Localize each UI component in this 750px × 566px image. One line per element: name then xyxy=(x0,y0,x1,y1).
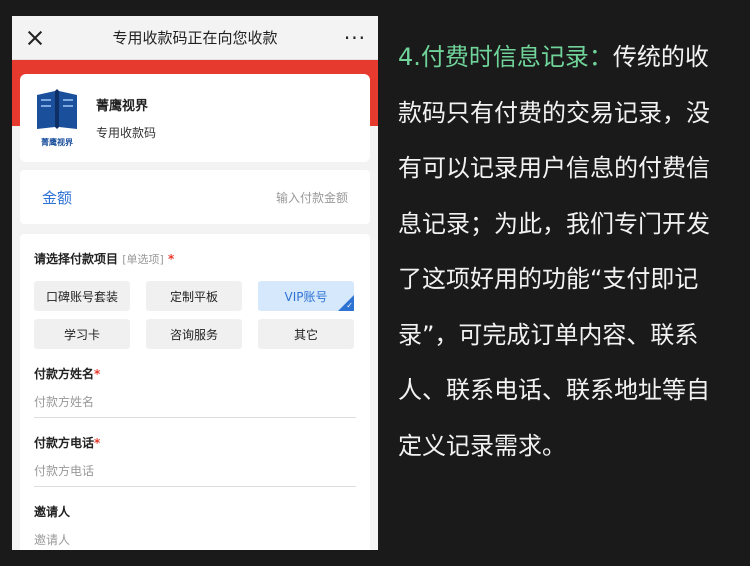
option-label: 定制平板 xyxy=(169,289,218,304)
option-label: 其它 xyxy=(293,327,318,342)
option-button[interactable]: 学习卡 xyxy=(34,319,130,349)
merchant-card: 菁鹰视界 菁鹰视界 专用收款码 xyxy=(20,74,370,162)
option-button[interactable]: 其它 xyxy=(258,319,354,349)
option-button[interactable]: 咨询服务 xyxy=(146,319,242,349)
required-mark: * xyxy=(167,252,175,266)
field-label: 付款方电话* xyxy=(34,434,356,451)
option-label: 咨询服务 xyxy=(169,327,218,342)
project-title: 请选择付款项目 xyxy=(34,252,119,266)
merchant-logo: 菁鹰视界 xyxy=(34,87,80,149)
phone-screen: 专用收款码正在向您收款 ··· 菁鹰视界 菁鹰视界 专用收款码 金额 输入付款金… xyxy=(12,16,378,550)
option-button[interactable]: 定制平板 xyxy=(146,281,242,311)
project-options: 口碑账号套装 定制平板 VIP账号 ✓ 学习卡 咨询服务 其它 xyxy=(34,281,356,349)
merchant-name: 菁鹰视界 xyxy=(96,99,149,114)
amount-label: 金额 xyxy=(42,188,73,207)
option-button[interactable]: 口碑账号套装 xyxy=(34,281,130,311)
field-label-text: 付款方姓名 xyxy=(34,367,95,381)
payer-name-field: 付款方姓名* xyxy=(34,365,356,418)
feature-heading: 4.付费时信息记录： xyxy=(398,43,613,71)
logo-text: 菁鹰视界 xyxy=(41,137,73,147)
book-logo-icon xyxy=(37,89,77,129)
amount-input-row[interactable]: 金额 输入付款金额 xyxy=(20,170,370,224)
payment-form: 请选择付款项目 [单选项] * 口碑账号套装 定制平板 VIP账号 ✓ 学习卡 … xyxy=(20,234,370,550)
amount-input[interactable]: 输入付款金额 xyxy=(276,189,348,206)
more-icon[interactable]: ··· xyxy=(344,28,366,48)
option-button-selected[interactable]: VIP账号 ✓ xyxy=(258,281,354,311)
feature-description: 4.付费时信息记录：传统的收款码只有付费的交易记录，没有可以记录用户信息的付费信… xyxy=(398,30,718,474)
merchant-subtitle: 专用收款码 xyxy=(96,126,157,140)
field-label-text: 邀请人 xyxy=(34,505,71,519)
option-label: 口碑账号套装 xyxy=(45,289,118,304)
payer-phone-field: 付款方电话* xyxy=(34,434,356,487)
inviter-field: 邀请人 xyxy=(34,503,356,550)
check-mark-icon: ✓ xyxy=(346,301,353,310)
required-mark: * xyxy=(94,367,101,381)
merchant-info: 菁鹰视界 专用收款码 xyxy=(96,95,156,141)
title-bar: 专用收款码正在向您收款 ··· xyxy=(12,16,378,60)
field-label: 付款方姓名* xyxy=(34,365,356,382)
field-label: 邀请人 xyxy=(34,503,356,520)
project-hint: [单选项] xyxy=(122,253,164,266)
project-section-title: 请选择付款项目 [单选项] * xyxy=(34,250,356,267)
option-label: 学习卡 xyxy=(63,327,100,342)
payer-name-input[interactable] xyxy=(34,386,356,418)
option-label: VIP账号 xyxy=(284,289,328,304)
page-title: 专用收款码正在向您收款 xyxy=(112,29,278,47)
required-mark: * xyxy=(94,436,101,450)
inviter-input[interactable] xyxy=(34,524,356,550)
close-icon[interactable] xyxy=(24,27,46,49)
field-label-text: 付款方电话 xyxy=(34,436,95,450)
payer-phone-input[interactable] xyxy=(34,455,356,487)
feature-body: 传统的收款码只有付费的交易记录，没有可以记录用户信息的付费信息记录；为此，我们专… xyxy=(398,43,710,460)
